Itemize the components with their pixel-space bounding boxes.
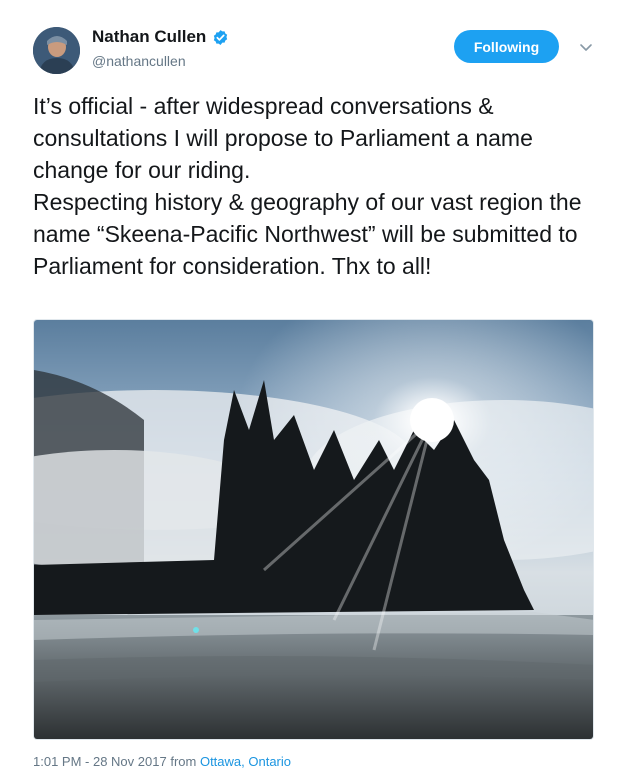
tweet-metadata: 1:01 PM - 28 Nov 2017 from Ottawa, Ontar… [33, 754, 291, 769]
tweet-card: Nathan Cullen @nathancullen Following It… [0, 0, 622, 777]
from-label: from [170, 754, 197, 769]
following-button[interactable]: Following [454, 30, 559, 63]
chevron-down-icon[interactable] [577, 38, 595, 56]
user-handle[interactable]: @nathancullen [92, 53, 186, 69]
tweet-text-line-2: Respecting history & geography of our va… [33, 189, 582, 279]
display-name[interactable]: Nathan Cullen [92, 27, 206, 47]
tweet-text-line-1: It’s official - after widespread convers… [33, 93, 533, 183]
photo-image [34, 320, 593, 739]
avatar[interactable] [33, 27, 80, 74]
verified-badge-icon [212, 29, 229, 46]
tweet-text: It’s official - after widespread convers… [33, 90, 603, 282]
tweet-photo[interactable] [33, 319, 594, 740]
author-name-row[interactable]: Nathan Cullen [92, 27, 229, 47]
location-link[interactable]: Ottawa, Ontario [200, 754, 291, 769]
timestamp[interactable]: 1:01 PM - 28 Nov 2017 [33, 754, 167, 769]
